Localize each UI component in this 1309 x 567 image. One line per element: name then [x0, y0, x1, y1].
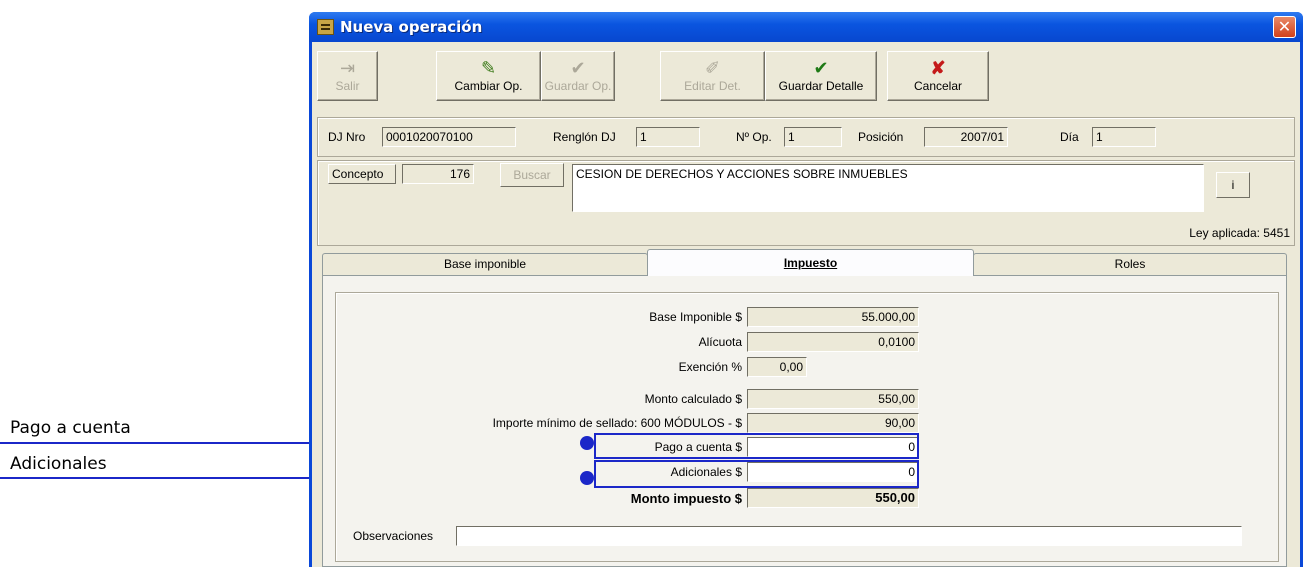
renglon-dj-label: Renglón DJ: [553, 130, 616, 144]
impuesto-tab-panel: Base Imponible $ 55.000,00 Alícuota 0,01…: [322, 275, 1287, 567]
importe-minimo-label: Importe mínimo de sellado: 600 MÓDULOS -…: [492, 416, 742, 430]
observaciones-input[interactable]: [456, 526, 1242, 546]
nop-field[interactable]: 1: [784, 127, 842, 147]
save-detail-icon: ✔: [813, 58, 829, 78]
monto-impuesto-field[interactable]: 550,00: [747, 488, 919, 508]
save-check-icon: ✔: [570, 58, 586, 78]
monto-calculado-label: Monto calculado $: [644, 392, 742, 406]
nop-label: Nº Op.: [736, 130, 772, 144]
impuesto-inner-panel: Base Imponible $ 55.000,00 Alícuota 0,01…: [335, 292, 1279, 562]
exencion-label: Exención %: [678, 360, 742, 374]
observaciones-label: Observaciones: [353, 529, 434, 543]
concepto-label-box: Concepto: [328, 164, 396, 184]
adicionales-highlight: [594, 460, 919, 488]
concepto-description-field[interactable]: CESION DE DERECHOS Y ACCIONES SOBRE INMU…: [572, 164, 1204, 212]
salir-label: Salir: [335, 79, 360, 93]
posicion-label: Posición: [858, 130, 904, 144]
tab-base-imponible[interactable]: Base imponible: [322, 253, 648, 275]
title-bar[interactable]: Nueva operación ✕: [309, 12, 1303, 42]
info-button[interactable]: i: [1216, 172, 1250, 198]
close-button[interactable]: ✕: [1273, 16, 1296, 38]
buscar-button[interactable]: Buscar: [500, 163, 564, 187]
tab-impuesto[interactable]: Impuesto: [647, 249, 974, 276]
dia-field[interactable]: 1: [1092, 127, 1156, 147]
salir-button[interactable]: ⇥ Salir: [317, 51, 378, 101]
window-client: ⇥ Salir ✎ Cambiar Op. ✔ Guardar Op. ✐ Ed…: [312, 42, 1300, 567]
base-imponible-field[interactable]: 55.000,00: [747, 307, 919, 327]
exit-door-icon: ⇥: [339, 58, 356, 78]
cambiar-op-button[interactable]: ✎ Cambiar Op.: [436, 51, 541, 101]
alicuota-label: Alícuota: [698, 335, 742, 349]
ley-aplicada-label: Ley aplicada: 5451: [1189, 226, 1290, 240]
pago-a-cuenta-highlight: [594, 433, 919, 459]
concepto-group: Concepto 176 Buscar CESION DE DERECHOS Y…: [317, 160, 1295, 246]
guardar-detalle-label: Guardar Detalle: [778, 79, 864, 93]
importe-minimo-field[interactable]: 90,00: [747, 413, 919, 433]
editar-det-button[interactable]: ✐ Editar Det.: [660, 51, 765, 101]
cancelar-button[interactable]: ✘ Cancelar: [887, 51, 989, 101]
cancelar-label: Cancelar: [913, 79, 963, 93]
editar-label: Editar Det.: [684, 79, 741, 93]
guardar-detalle-button[interactable]: ✔ Guardar Detalle: [765, 51, 877, 101]
annotation-dot-adicionales: [580, 471, 594, 485]
monto-calculado-field[interactable]: 550,00: [747, 389, 919, 409]
window-title: Nueva operación: [340, 18, 483, 36]
posicion-field[interactable]: 2007/01: [924, 127, 1008, 147]
annotation-adicionales: Adicionales: [10, 454, 107, 474]
guardar-op-button[interactable]: ✔ Guardar Op.: [541, 51, 615, 101]
dia-label: Día: [1060, 130, 1079, 144]
alicuota-field[interactable]: 0,0100: [747, 332, 919, 352]
concepto-code-field[interactable]: 176: [402, 164, 474, 184]
edit-detail-icon: ✐: [704, 58, 721, 78]
dj-header-group: DJ Nro 0001020070100 Renglón DJ 1 Nº Op.…: [317, 117, 1295, 157]
cancel-x-icon: ✘: [930, 58, 946, 78]
cambiar-label: Cambiar Op.: [454, 79, 523, 93]
annotation-pago-a-cuenta: Pago a cuenta: [10, 418, 131, 438]
edit-brush-icon: ✎: [480, 58, 497, 78]
dj-nro-label: DJ Nro: [328, 130, 366, 144]
base-imponible-label: Base Imponible $: [649, 310, 742, 324]
exencion-field[interactable]: 0,00: [747, 357, 807, 377]
dj-nro-field[interactable]: 0001020070100: [382, 127, 516, 147]
annotation-dot-pago: [580, 436, 594, 450]
tab-impuesto-label: Impuesto: [783, 256, 838, 270]
tab-roles[interactable]: Roles: [973, 253, 1287, 275]
guardar-op-label: Guardar Op.: [544, 79, 612, 93]
app-icon: [317, 19, 334, 35]
monto-impuesto-label: Monto impuesto $: [630, 491, 742, 506]
renglon-dj-field[interactable]: 1: [636, 127, 700, 147]
